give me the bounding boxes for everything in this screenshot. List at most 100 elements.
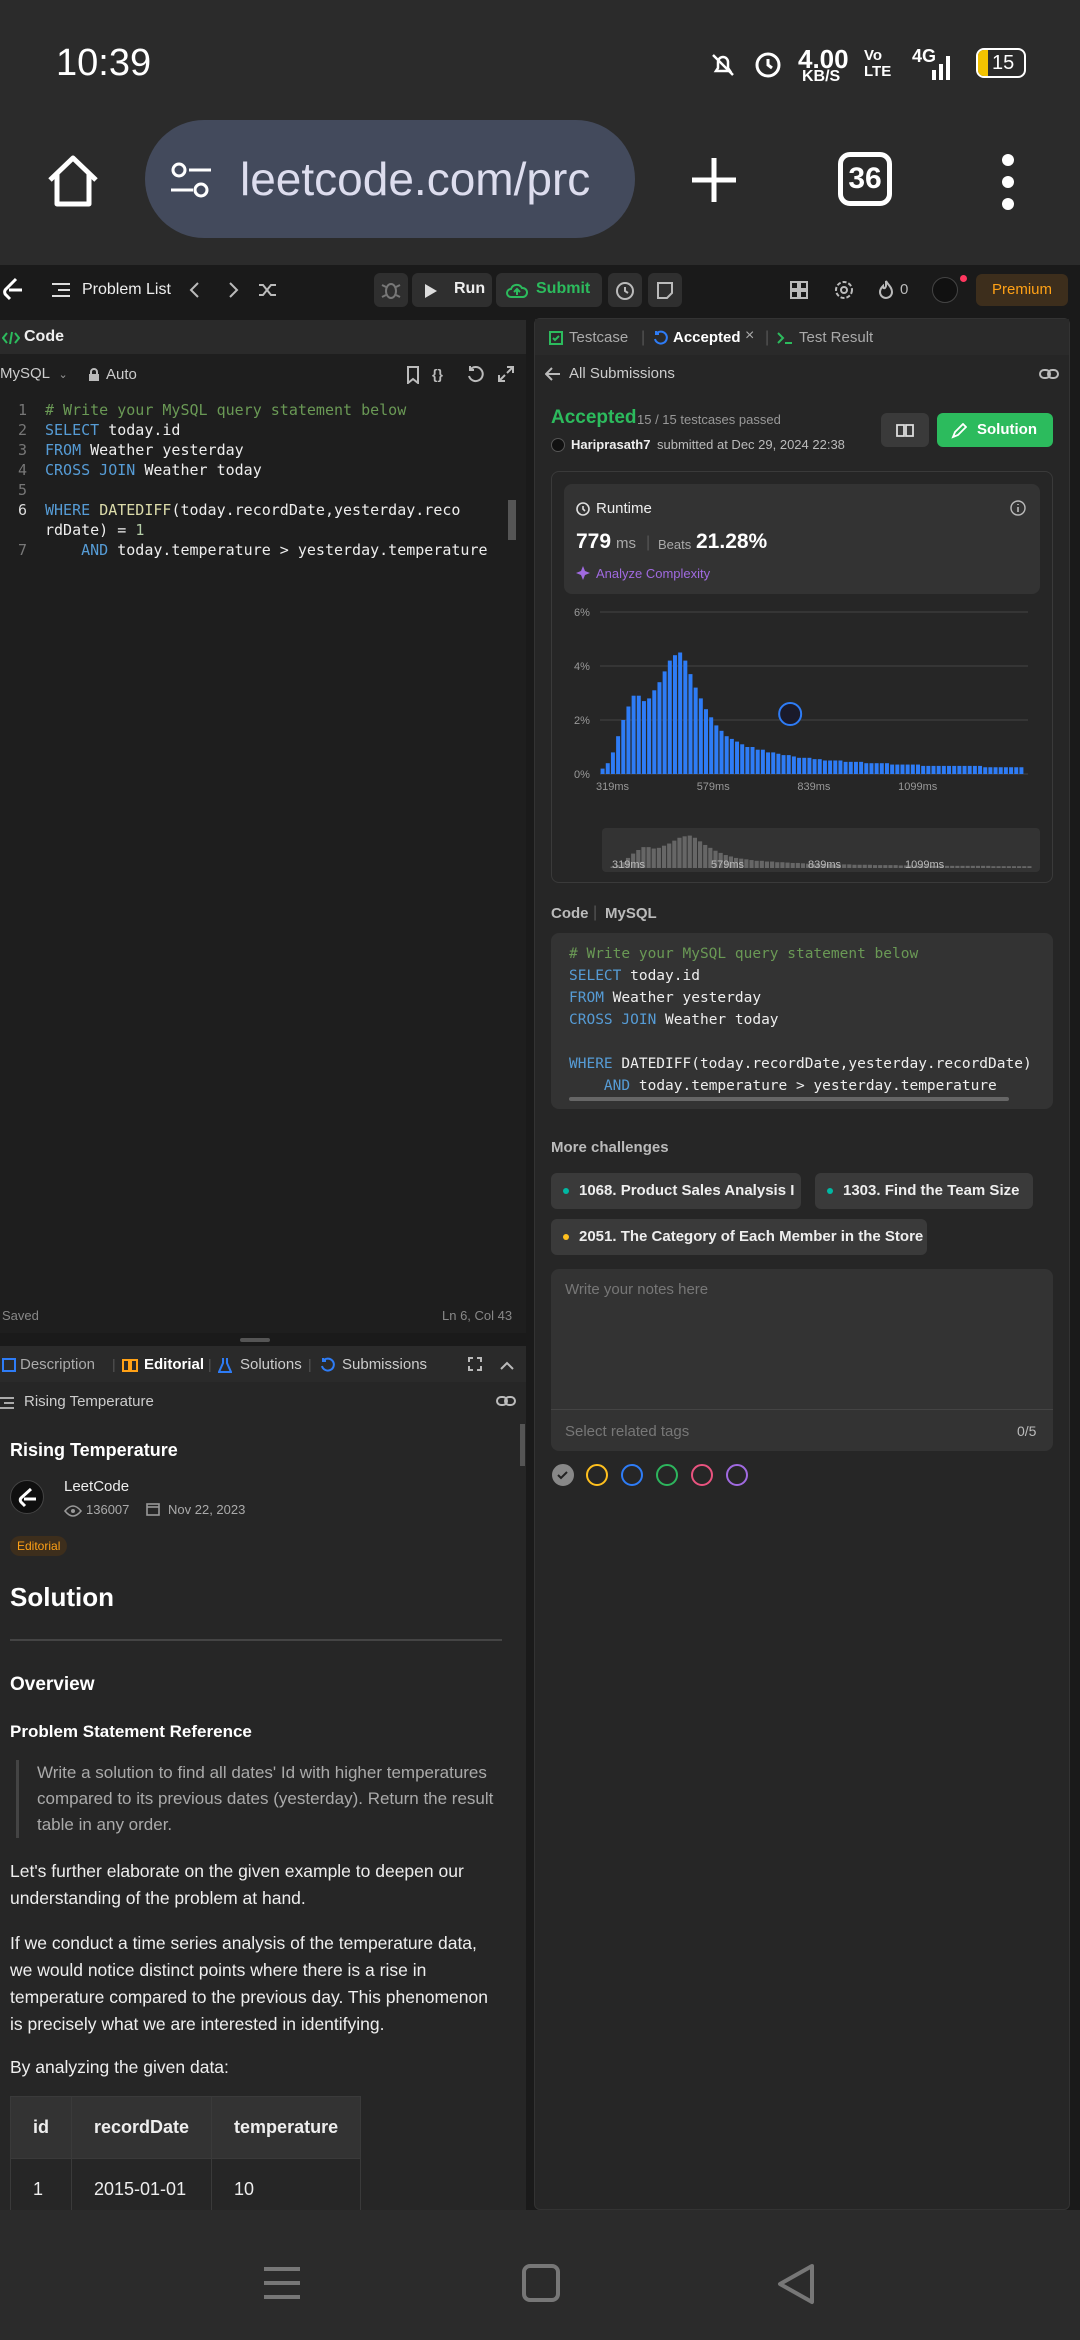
histogram-bar[interactable] (890, 764, 895, 774)
histogram-bar[interactable] (1014, 767, 1019, 774)
editorial-scrollbar[interactable] (520, 1424, 525, 1466)
recent-apps-icon[interactable] (262, 2266, 302, 2300)
histogram-bar[interactable] (802, 757, 807, 774)
histogram-bar[interactable] (1019, 767, 1024, 774)
histogram-bar[interactable] (972, 765, 977, 774)
histogram-bar[interactable] (900, 764, 905, 774)
histogram-bar[interactable] (828, 760, 833, 775)
language-select[interactable]: MySQL ⌄ (0, 365, 68, 389)
histogram-bar[interactable] (864, 763, 869, 774)
histogram-bar[interactable] (797, 757, 802, 774)
tab-description[interactable]: Description (20, 1356, 95, 1373)
color-tag-purple[interactable] (726, 1464, 748, 1486)
fullscreen-icon[interactable] (468, 1357, 482, 1371)
problem-list-icon[interactable] (52, 282, 70, 298)
collapse-icon[interactable] (500, 1358, 514, 1370)
histogram-bar[interactable] (869, 763, 874, 774)
histogram-bar[interactable] (895, 764, 900, 774)
submitted-code-block[interactable]: # Write your MySQL query statement below… (551, 933, 1053, 1109)
color-tag-blue[interactable] (621, 1464, 643, 1486)
histogram-bar[interactable] (621, 720, 626, 774)
histogram-bar[interactable] (662, 671, 667, 774)
histogram-bar[interactable] (672, 655, 677, 774)
copy-link-icon[interactable] (1039, 367, 1059, 381)
back-arrow-icon[interactable] (544, 367, 561, 381)
histogram-bar[interactable] (616, 736, 621, 774)
layout-icon[interactable] (790, 281, 808, 299)
histogram-bar[interactable] (636, 695, 641, 774)
histogram-bar[interactable] (879, 763, 884, 774)
histogram-bar[interactable] (760, 749, 765, 774)
site-settings-icon[interactable] (169, 160, 213, 200)
your-runtime-marker[interactable] (778, 702, 803, 726)
histogram-bar[interactable] (931, 765, 936, 774)
histogram-bar[interactable] (641, 701, 646, 774)
challenge-chip[interactable]: 2051. The Category of Each Member in the… (551, 1219, 927, 1255)
reset-code-icon[interactable] (466, 365, 484, 383)
histogram-bar[interactable] (978, 765, 983, 774)
close-tab-icon[interactable]: × (745, 327, 754, 345)
histogram-bar[interactable] (1009, 767, 1014, 774)
histogram-bar[interactable] (652, 690, 657, 774)
histogram-bar[interactable] (776, 753, 781, 774)
all-submissions-link[interactable]: All Submissions (569, 365, 675, 382)
histogram-bar[interactable] (807, 757, 812, 774)
tab-submissions[interactable]: Submissions (342, 1356, 427, 1373)
histogram-bar[interactable] (766, 752, 771, 774)
histogram-bar[interactable] (610, 752, 615, 774)
address-bar[interactable]: leetcode.com/prc (145, 120, 635, 238)
histogram-bar[interactable] (657, 682, 662, 774)
histogram-bar[interactable] (740, 744, 745, 774)
histogram-bar[interactable] (905, 764, 910, 774)
leetcode-logo[interactable] (2, 277, 24, 303)
histogram-bar[interactable] (698, 698, 703, 774)
histogram-bar[interactable] (719, 730, 724, 774)
submitter-name[interactable]: Hariprasath7 (571, 437, 650, 452)
histogram-bar[interactable] (729, 738, 734, 774)
challenge-chip[interactable]: 1303. Find the Team Size (815, 1173, 1033, 1209)
histogram-bar[interactable] (983, 767, 988, 774)
add-tab-icon[interactable] (690, 150, 738, 210)
expand-editor-icon[interactable] (498, 366, 514, 382)
histogram-bar[interactable] (957, 765, 962, 774)
auto-label[interactable]: Auto (106, 366, 137, 383)
histogram-bar[interactable] (678, 652, 683, 775)
problem-list-link[interactable]: Problem List (82, 281, 171, 299)
runtime-distribution-chart[interactable]: 6% 4% 2% 0% 319ms 579ms 839ms 1099ms (552, 602, 1052, 802)
histogram-bar[interactable] (874, 763, 879, 774)
tab-test-result[interactable]: Test Result (799, 329, 873, 346)
histogram-bar[interactable] (988, 767, 993, 774)
editorial-breadcrumb[interactable]: Rising Temperature (24, 1393, 154, 1410)
histogram-bar[interactable] (998, 767, 1003, 774)
histogram-bar[interactable] (916, 764, 920, 774)
histogram-bar[interactable] (771, 752, 776, 774)
histogram-bar[interactable] (817, 759, 822, 774)
histogram-bar[interactable] (750, 747, 755, 774)
streak-flame-icon[interactable] (878, 280, 894, 300)
histogram-bar[interactable] (962, 765, 967, 774)
tab-solutions[interactable]: Solutions (240, 1356, 302, 1373)
submitter-avatar[interactable] (551, 438, 565, 452)
histogram-bar[interactable] (859, 761, 864, 774)
histogram-bar[interactable] (786, 755, 791, 774)
tab-testcase[interactable]: Testcase (569, 329, 628, 346)
editorial-button[interactable] (881, 413, 929, 447)
histogram-bar[interactable] (791, 756, 796, 774)
overflow-menu-icon[interactable] (998, 152, 1018, 212)
tags-select[interactable]: Select related tags (565, 1423, 689, 1440)
notes-button[interactable] (648, 273, 682, 307)
histogram-bar[interactable] (952, 765, 957, 774)
color-tag-yellow[interactable] (586, 1464, 608, 1486)
shuffle-icon[interactable] (258, 281, 278, 299)
chart-range-slider[interactable]: 319ms 579ms 839ms 1099ms (602, 828, 1040, 872)
histogram-bar[interactable] (822, 760, 827, 775)
premium-button[interactable]: Premium (976, 274, 1068, 306)
color-tag-gray[interactable] (552, 1464, 574, 1486)
histogram-bar[interactable] (926, 765, 931, 774)
histogram-bar[interactable] (693, 687, 698, 774)
histogram-bar[interactable] (724, 736, 729, 774)
settings-icon[interactable] (834, 280, 854, 300)
runtime-box[interactable]: Runtime 779 ms | Beats 21.28% Analyze Co… (564, 484, 1040, 594)
run-button[interactable]: Run (412, 273, 492, 307)
histogram-bar[interactable] (709, 717, 714, 774)
